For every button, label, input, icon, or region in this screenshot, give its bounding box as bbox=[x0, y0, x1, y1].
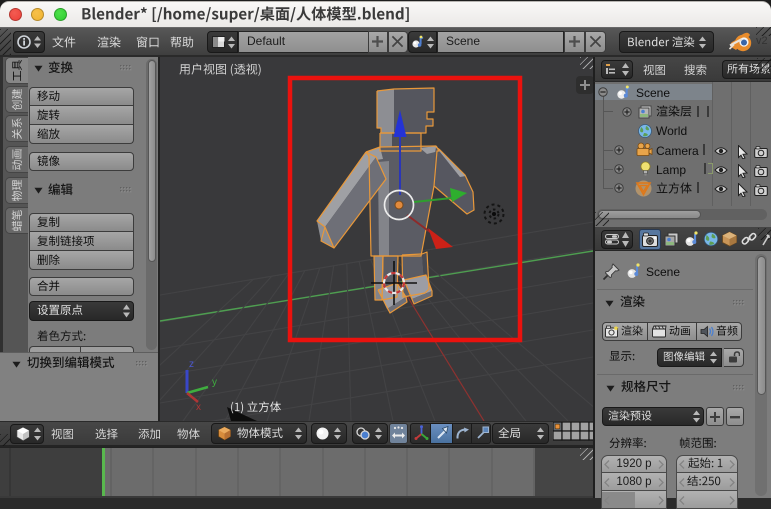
svg-text:x: x bbox=[196, 402, 201, 413]
svg-text:y: y bbox=[212, 377, 217, 388]
svg-text:z: z bbox=[189, 359, 194, 370]
